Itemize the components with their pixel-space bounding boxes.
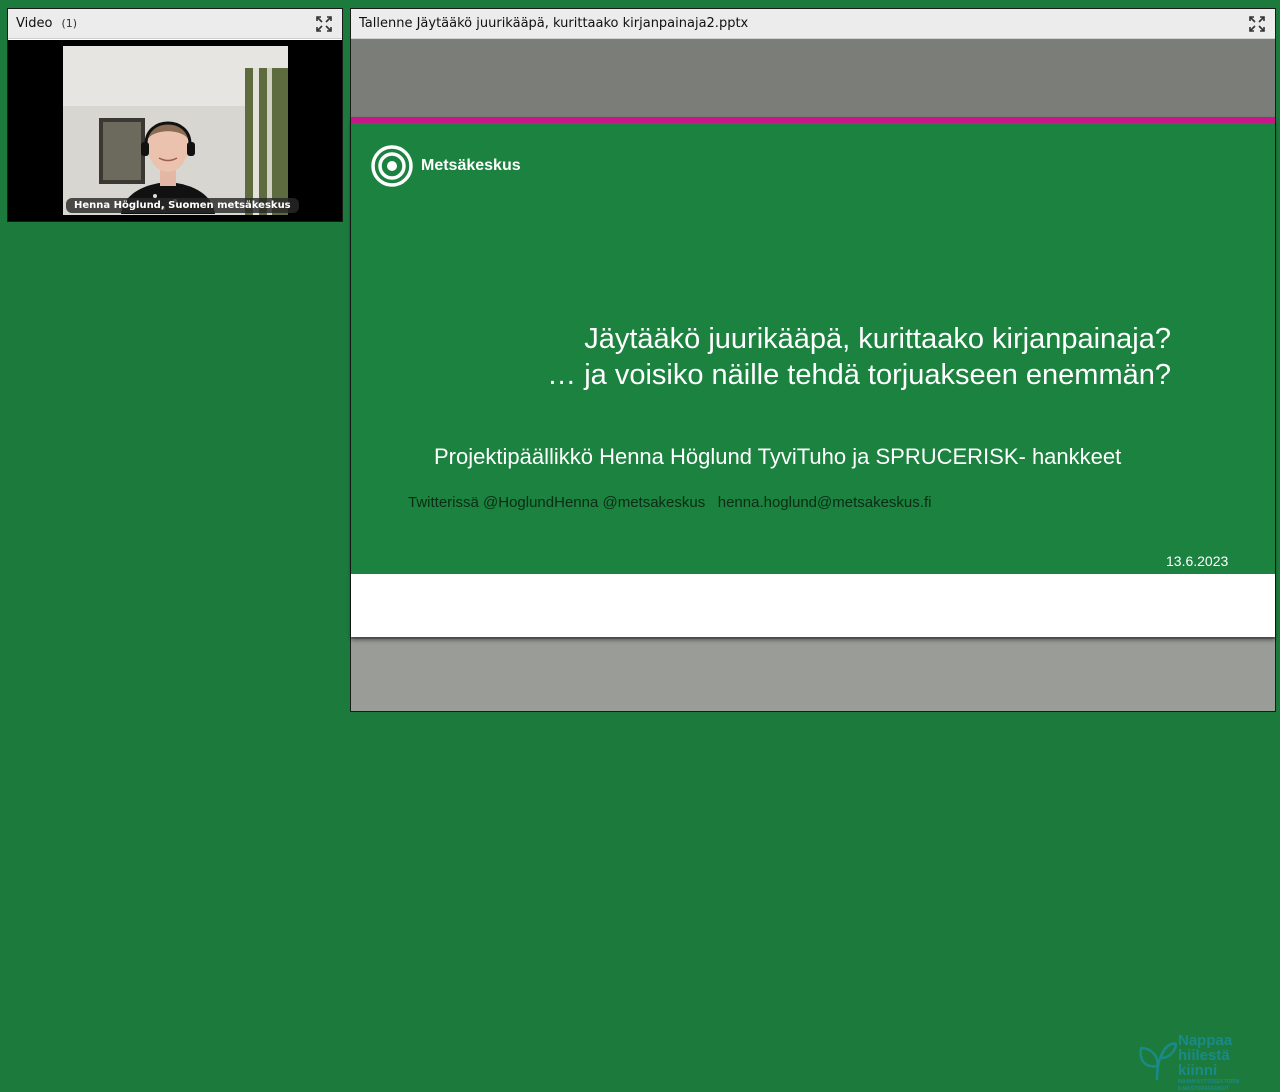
logo-line3: kiinni bbox=[1178, 1062, 1218, 1079]
share-top-area bbox=[351, 40, 1275, 117]
brand-name: Metsäkeskus bbox=[421, 157, 521, 174]
speaker-name-label: Henna Höglund, Suomen metsäkeskus bbox=[66, 198, 299, 213]
share-bottom-area bbox=[351, 639, 1275, 711]
slide-body: Metsäkeskus Jäytääkö juurikääpä, kuritta… bbox=[351, 123, 1275, 574]
video-area: Henna Höglund, Suomen metsäkeskus bbox=[8, 40, 342, 221]
slide-contact: Twitterissä @HoglundHenna @metsakeskus h… bbox=[408, 494, 932, 511]
video-pod-header: Video (1) bbox=[8, 9, 342, 39]
fullscreen-icon[interactable] bbox=[1249, 16, 1265, 32]
slide-title-line1: Jäytääkö juurikääpä, kurittaako kirjanpa… bbox=[584, 323, 1171, 355]
slide-footer: Nappaa hiilestä kiinni MAANKÄYTTÖSEKTORI… bbox=[351, 574, 1275, 1092]
logo-small1: MAANKÄYTTÖSEKTORIN bbox=[1178, 1079, 1240, 1085]
video-pod-count: (1) bbox=[61, 17, 78, 30]
slide-title: Jäytääkö juurikääpä, kurittaako kirjanpa… bbox=[471, 321, 1171, 393]
leaf-logo-icon bbox=[1137, 1036, 1178, 1082]
presentation-slide: Metsäkeskus Jäytääkö juurikääpä, kuritta… bbox=[351, 117, 1275, 1092]
nappaa-logo-text: Nappaa hiilestä kiinni MAANKÄYTTÖSEKTORI… bbox=[1178, 1033, 1239, 1092]
slide-title-line2: … ja voisiko näille tehdä torjuakseen en… bbox=[547, 359, 1171, 391]
slide-date: 13.6.2023 bbox=[1166, 553, 1229, 569]
fullscreen-icon[interactable] bbox=[316, 16, 332, 32]
video-pod-title: Video bbox=[16, 16, 53, 31]
webcam-feed bbox=[63, 46, 288, 215]
logo-line2: hiilestä bbox=[1178, 1047, 1230, 1064]
share-pod-header: Tallenne Jäytääkö juurikääpä, kurittaako… bbox=[351, 9, 1275, 39]
logo-line1: Nappaa bbox=[1178, 1032, 1233, 1049]
share-pod: Tallenne Jäytääkö juurikääpä, kurittaako… bbox=[350, 8, 1276, 1092]
metsakeskus-logo-icon bbox=[371, 145, 413, 187]
video-pod: Video (1) Henna Höglund, Suomen metsäkes… bbox=[7, 8, 343, 222]
share-pod-title: Tallenne Jäytääkö juurikääpä, kurittaako… bbox=[359, 16, 749, 31]
logo-small2: ILMASTORATKAISUT bbox=[1178, 1086, 1229, 1092]
slide-subtitle: Projektipäällikkö Henna Höglund TyviTuho… bbox=[434, 444, 1122, 469]
